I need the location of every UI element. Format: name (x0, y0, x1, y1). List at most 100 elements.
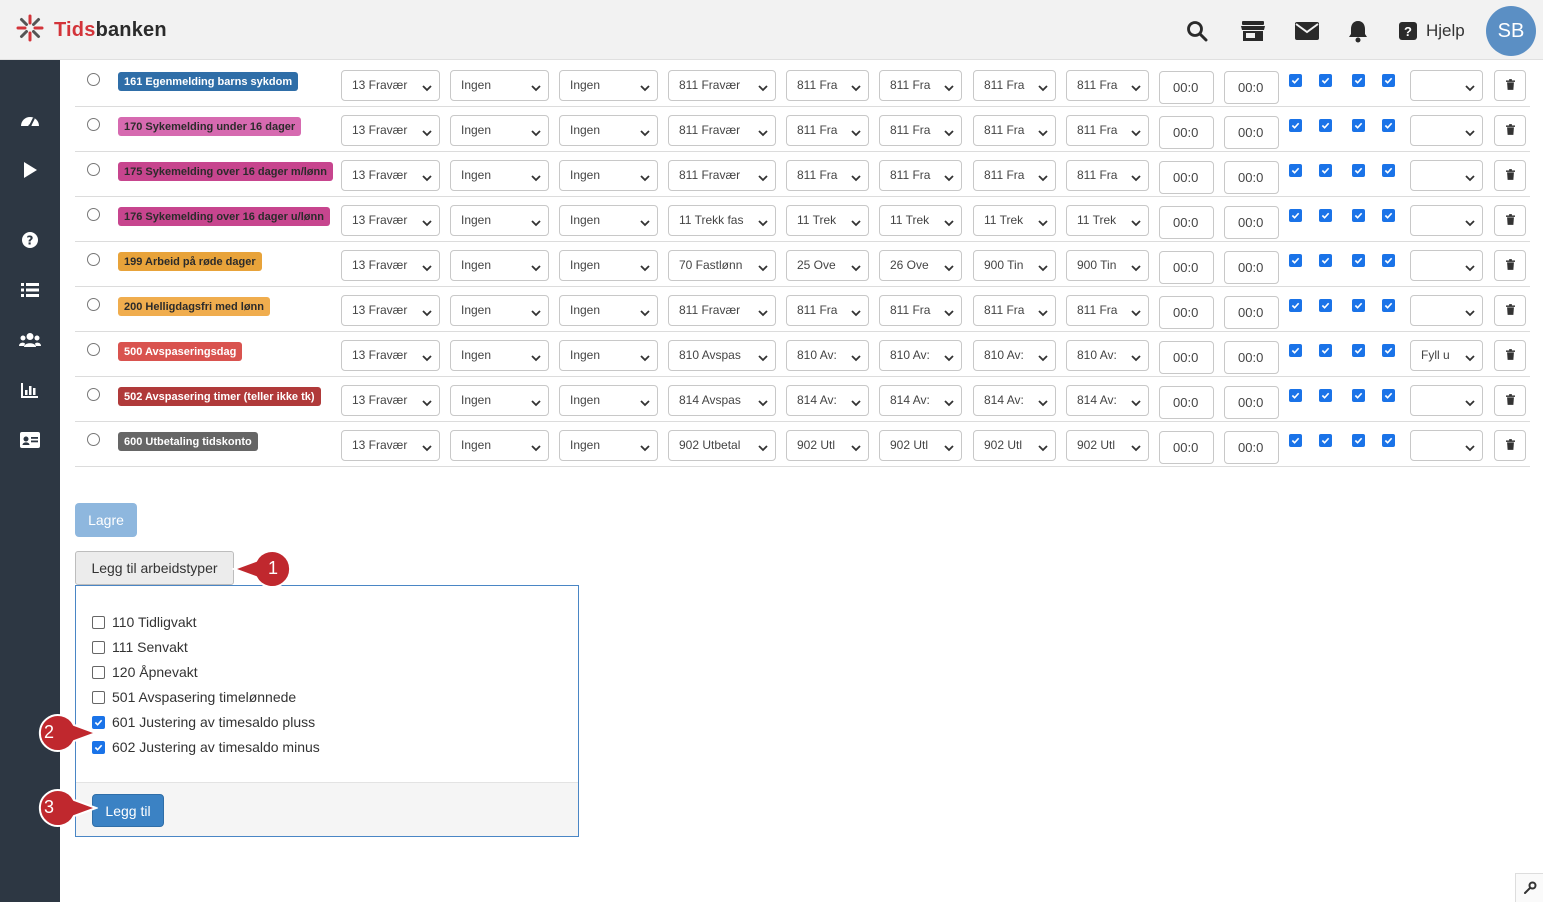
option-select-2[interactable]: Ingen (559, 385, 658, 416)
row-checkbox[interactable] (1352, 389, 1365, 402)
help-link[interactable]: ? Hjelp (1399, 18, 1465, 44)
row-checkbox[interactable] (1319, 389, 1332, 402)
pay-code-select-5[interactable]: 11 Trek (1066, 205, 1149, 236)
pay-code-select-4[interactable]: 11 Trek (973, 205, 1056, 236)
option-checkbox[interactable] (92, 640, 105, 654)
pay-code-select-5[interactable]: 811 Fra (1066, 115, 1149, 146)
row-checkbox[interactable] (1352, 254, 1365, 267)
pay-code-select-2[interactable]: 902 Utl (786, 430, 869, 461)
pay-code-select-5[interactable]: 811 Fra (1066, 295, 1149, 326)
delete-button[interactable] (1494, 160, 1526, 191)
pay-code-select[interactable]: 70 Fastlønn (668, 250, 776, 281)
time-input[interactable]: 00:0 (1159, 341, 1214, 374)
pay-code-select-4[interactable]: 902 Utl (973, 430, 1056, 461)
pay-code-select-4[interactable]: 900 Tin (973, 250, 1056, 281)
pay-code-select[interactable]: 811 Fravær (668, 115, 776, 146)
pay-code-select-2[interactable]: 811 Fra (786, 70, 869, 101)
option-select[interactable]: Ingen (450, 115, 549, 146)
row-checkbox[interactable] (1382, 254, 1395, 267)
fill-select[interactable] (1410, 205, 1483, 236)
pay-code-select-2[interactable]: 811 Fra (786, 115, 869, 146)
row-checkbox[interactable] (1352, 119, 1365, 132)
row-checkbox[interactable] (1319, 74, 1332, 87)
row-radio[interactable] (87, 343, 100, 356)
delete-button[interactable] (1494, 385, 1526, 416)
row-checkbox[interactable] (1289, 254, 1302, 267)
time-input-2[interactable]: 00:0 (1224, 161, 1279, 194)
time-input[interactable]: 00:0 (1159, 431, 1214, 464)
row-checkbox[interactable] (1319, 209, 1332, 222)
logo[interactable]: Tidsbanken (14, 14, 167, 46)
row-checkbox[interactable] (1319, 344, 1332, 357)
row-checkbox[interactable] (1382, 434, 1395, 447)
row-checkbox[interactable] (1352, 344, 1365, 357)
pay-code-select-3[interactable]: 26 Ove (879, 250, 962, 281)
row-checkbox[interactable] (1289, 389, 1302, 402)
time-input[interactable]: 00:0 (1159, 296, 1214, 329)
row-checkbox[interactable] (1289, 74, 1302, 87)
delete-button[interactable] (1494, 340, 1526, 371)
time-input[interactable]: 00:0 (1159, 116, 1214, 149)
store-icon[interactable] (1240, 18, 1266, 44)
delete-button[interactable] (1494, 295, 1526, 326)
row-checkbox[interactable] (1319, 119, 1332, 132)
fill-select[interactable] (1410, 115, 1483, 146)
question-icon[interactable]: ? (19, 229, 41, 251)
time-input[interactable]: 00:0 (1159, 71, 1214, 104)
row-checkbox[interactable] (1289, 344, 1302, 357)
pay-code-select-4[interactable]: 811 Fra (973, 115, 1056, 146)
pay-code-select-2[interactable]: 814 Av: (786, 385, 869, 416)
row-checkbox[interactable] (1319, 254, 1332, 267)
option-select[interactable]: Ingen (450, 430, 549, 461)
pay-code-select-5[interactable]: 811 Fra (1066, 160, 1149, 191)
pay-code-select-3[interactable]: 11 Trek (879, 205, 962, 236)
time-input[interactable]: 00:0 (1159, 251, 1214, 284)
play-icon[interactable] (19, 159, 41, 181)
row-checkbox[interactable] (1382, 209, 1395, 222)
avatar[interactable]: SB (1486, 6, 1536, 56)
pay-code-select[interactable]: 811 Fravær (668, 295, 776, 326)
time-input-2[interactable]: 00:0 (1224, 341, 1279, 374)
option-select[interactable]: Ingen (450, 70, 549, 101)
row-radio[interactable] (87, 253, 100, 266)
delete-button[interactable] (1494, 115, 1526, 146)
pay-code-select[interactable]: 811 Fravær (668, 160, 776, 191)
fill-select[interactable] (1410, 385, 1483, 416)
category-select[interactable]: 13 Fravær (341, 160, 440, 191)
add-work-types-button[interactable]: Legg til arbeidstyper (75, 551, 234, 585)
mail-icon[interactable] (1294, 18, 1320, 44)
row-radio[interactable] (87, 208, 100, 221)
row-radio[interactable] (87, 73, 100, 86)
delete-button[interactable] (1494, 205, 1526, 236)
row-checkbox[interactable] (1352, 299, 1365, 312)
work-type-option[interactable]: 602 Justering av timesaldo minus (92, 737, 320, 757)
row-radio[interactable] (87, 388, 100, 401)
work-type-option[interactable]: 120 Åpnevakt (92, 662, 198, 682)
time-input[interactable]: 00:0 (1159, 206, 1214, 239)
row-checkbox[interactable] (1352, 164, 1365, 177)
time-input[interactable]: 00:0 (1159, 161, 1214, 194)
pay-code-select-3[interactable]: 810 Av: (879, 340, 962, 371)
option-select-2[interactable]: Ingen (559, 250, 658, 281)
option-select-2[interactable]: Ingen (559, 295, 658, 326)
row-checkbox[interactable] (1382, 119, 1395, 132)
option-select-2[interactable]: Ingen (559, 70, 658, 101)
delete-button[interactable] (1494, 250, 1526, 281)
pay-code-select[interactable]: 811 Fravær (668, 70, 776, 101)
pay-code-select-4[interactable]: 811 Fra (973, 295, 1056, 326)
pay-code-select-2[interactable]: 811 Fra (786, 160, 869, 191)
option-select[interactable]: Ingen (450, 295, 549, 326)
pay-code-select-2[interactable]: 11 Trek (786, 205, 869, 236)
work-type-option[interactable]: 111 Senvakt (92, 637, 188, 657)
time-input[interactable]: 00:0 (1159, 386, 1214, 419)
row-checkbox[interactable] (1352, 434, 1365, 447)
row-checkbox[interactable] (1289, 434, 1302, 447)
pay-code-select-5[interactable]: 814 Av: (1066, 385, 1149, 416)
pay-code-select[interactable]: 902 Utbetal (668, 430, 776, 461)
pay-code-select-4[interactable]: 810 Av: (973, 340, 1056, 371)
row-checkbox[interactable] (1382, 344, 1395, 357)
row-checkbox[interactable] (1352, 209, 1365, 222)
pay-code-select-2[interactable]: 810 Av: (786, 340, 869, 371)
fill-select[interactable] (1410, 250, 1483, 281)
option-select[interactable]: Ingen (450, 340, 549, 371)
